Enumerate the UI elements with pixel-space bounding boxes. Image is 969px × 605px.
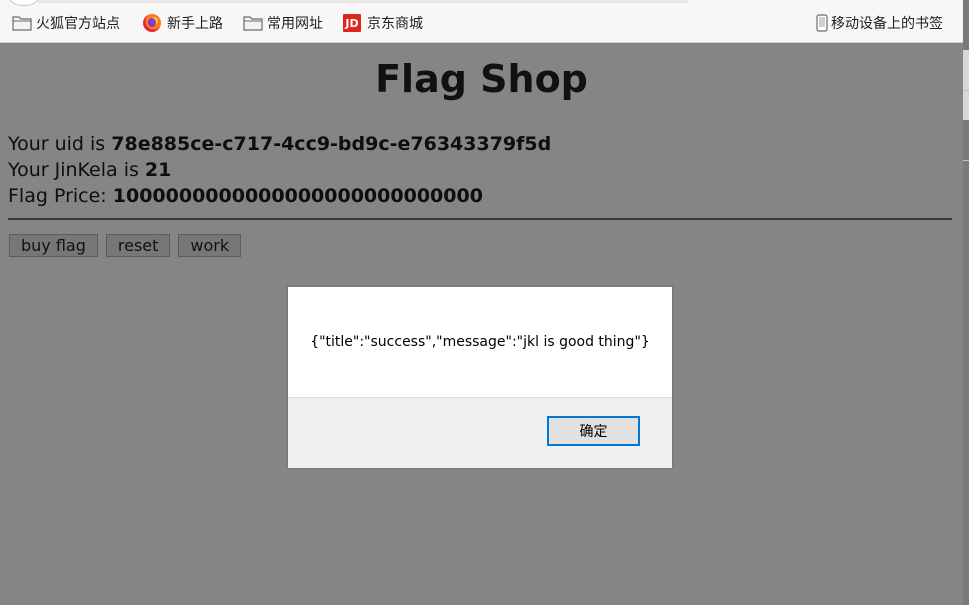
price-line: Flag Price: 1000000000000000000000000000	[8, 183, 551, 209]
alert-footer: 确定	[288, 397, 672, 468]
page-title: Flag Shop	[375, 57, 588, 101]
folder-icon	[243, 14, 263, 32]
price-value: 1000000000000000000000000000	[112, 185, 483, 207]
uid-line: Your uid is 78e885ce-c717-4cc9-bd9c-e763…	[8, 131, 551, 157]
folder-icon	[12, 14, 32, 32]
uid-label: Your uid is	[8, 133, 112, 155]
bookmark-label: 新手上路	[167, 16, 223, 32]
bookmark-label: 常用网址	[267, 16, 323, 32]
bookmark-label: 火狐官方站点	[36, 16, 120, 32]
scrollbar-mark	[963, 90, 969, 91]
price-label: Flag Price:	[8, 185, 113, 207]
divider	[8, 218, 952, 220]
bookmark-firefox-site[interactable]: 火狐官方站点	[12, 12, 120, 34]
account-info: Your uid is 78e885ce-c717-4cc9-bd9c-e763…	[8, 131, 551, 209]
jinkela-value: 21	[144, 159, 172, 181]
scrollbar-thumb[interactable]	[963, 50, 969, 120]
alert-message: {"title":"success","message":"jkl is goo…	[310, 334, 650, 350]
scrollbar[interactable]	[963, 0, 969, 605]
bookmark-jd[interactable]: JD 京东商城	[343, 12, 423, 34]
uid-value: 78e885ce-c717-4cc9-bd9c-e76343379f5d	[111, 133, 552, 155]
bookmark-label: 京东商城	[367, 16, 423, 32]
bookmark-getting-started[interactable]: 新手上路	[143, 12, 223, 34]
firefox-icon	[143, 14, 161, 32]
action-buttons: buy flag reset work	[9, 234, 242, 257]
jinkela-label: Your JinKela is	[8, 159, 145, 181]
phone-icon	[816, 14, 828, 32]
jinkela-line: Your JinKela is 21	[8, 157, 551, 183]
ok-button[interactable]: 确定	[547, 416, 640, 446]
bookmarks-toolbar: 火狐官方站点 新手上路 常用网址 JD 京东商城 移动设备上的书签	[0, 0, 963, 43]
reset-button[interactable]: reset	[105, 234, 171, 257]
tab-edge	[8, 0, 40, 6]
jd-icon: JD	[343, 14, 361, 32]
bookmark-label: 移动设备上的书签	[831, 16, 943, 32]
scrollbar-mark	[963, 160, 969, 161]
buy-flag-button[interactable]: buy flag	[9, 234, 98, 257]
bookmark-common-sites[interactable]: 常用网址	[243, 12, 323, 34]
alert-dialog: {"title":"success","message":"jkl is goo…	[287, 286, 673, 468]
work-button[interactable]: work	[178, 234, 242, 257]
tab-strip-edge	[38, 0, 688, 3]
bookmark-mobile[interactable]: 移动设备上的书签	[816, 12, 943, 34]
